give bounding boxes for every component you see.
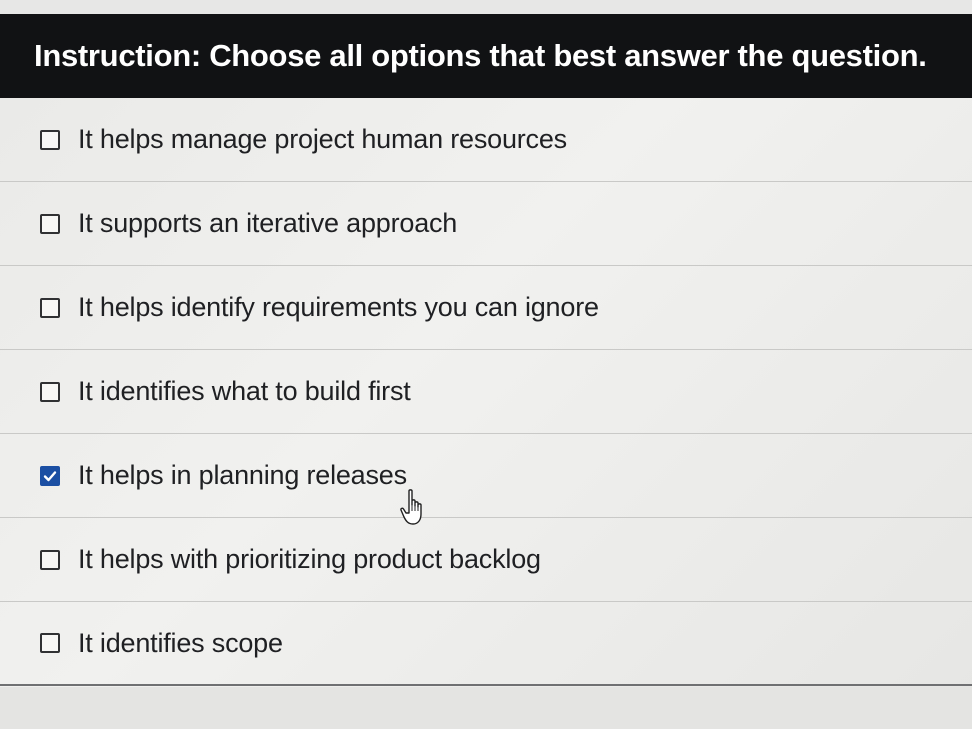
options-list: It helps manage project human resources …	[0, 98, 972, 686]
option-row[interactable]: It helps with prioritizing product backl…	[0, 518, 972, 602]
checkbox[interactable]	[40, 129, 60, 150]
option-label: It helps identify requirements you can i…	[78, 292, 599, 322]
option-row[interactable]: It helps identify requirements you can i…	[0, 266, 972, 350]
option-label: It identifies what to build first	[78, 376, 411, 406]
instruction-text: Instruction: Choose all options that bes…	[34, 38, 927, 73]
checkbox[interactable]	[40, 213, 60, 234]
option-row[interactable]: It identifies what to build first	[0, 350, 972, 434]
option-label: It supports an iterative approach	[78, 208, 458, 238]
checkbox[interactable]	[40, 633, 60, 653]
option-row[interactable]: It helps manage project human resources	[0, 98, 972, 182]
checkbox-checked[interactable]	[40, 465, 60, 486]
option-row[interactable]: It supports an iterative approach	[0, 182, 972, 266]
instruction-header: Instruction: Choose all options that bes…	[0, 14, 972, 98]
option-row[interactable]: It identifies scope	[0, 602, 972, 686]
option-label: It helps with prioritizing product backl…	[78, 544, 541, 574]
option-label: It identifies scope	[78, 627, 283, 658]
checkbox[interactable]	[40, 297, 60, 318]
hand-pointer-icon	[400, 489, 422, 525]
option-label: It helps manage project human resources	[78, 124, 567, 154]
checkbox[interactable]	[40, 381, 60, 402]
option-row[interactable]: It helps in planning releases	[0, 434, 972, 518]
checkbox[interactable]	[40, 549, 60, 570]
check-icon	[43, 470, 57, 481]
bottom-background-strip	[0, 687, 972, 729]
option-label: It helps in planning releases	[78, 460, 407, 490]
top-background-strip	[0, 0, 972, 14]
